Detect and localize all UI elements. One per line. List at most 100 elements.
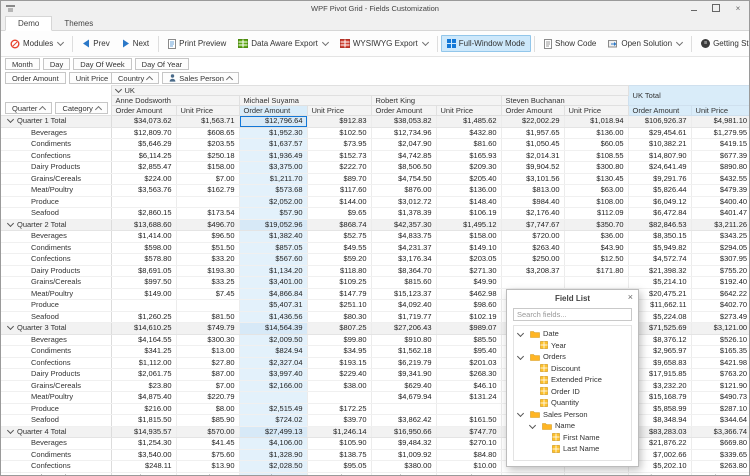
pivot-cell[interactable]: $117.60 xyxy=(307,185,371,197)
pivot-cell[interactable]: $813.00 xyxy=(501,185,564,197)
pivot-cell[interactable]: $9,291.76 xyxy=(628,173,691,185)
pivot-cell[interactable]: $479.39 xyxy=(691,185,750,197)
tab-demo[interactable]: Demo xyxy=(5,16,52,31)
pivot-cell[interactable]: $162.79 xyxy=(176,185,239,197)
pivot-cell[interactable]: $109.25 xyxy=(307,277,371,289)
pivot-cell[interactable]: $59.20 xyxy=(307,254,371,266)
pivot-cell[interactable]: $19,052.96 xyxy=(239,219,307,231)
pivot-cell[interactable]: $12,809.70 xyxy=(111,127,176,139)
pivot-cell[interactable]: $5,646.29 xyxy=(111,139,176,151)
pivot-cell[interactable]: $34,073.62 xyxy=(111,116,176,128)
row-category-label[interactable]: Grains/Cereals xyxy=(1,173,111,185)
pivot-cell[interactable]: $73.95 xyxy=(307,139,371,151)
pivot-cell[interactable]: $85.90 xyxy=(176,415,239,427)
pivot-cell[interactable] xyxy=(501,472,564,476)
pivot-cell[interactable]: $4,092.40 xyxy=(371,300,436,312)
pivot-cell[interactable]: $22,002.29 xyxy=(501,116,564,128)
pivot-cell[interactable]: $193.30 xyxy=(176,265,239,277)
pivot-cell[interactable] xyxy=(564,472,628,476)
pivot-cell[interactable]: $43.90 xyxy=(564,242,628,254)
pivot-cell[interactable]: $3,375.00 xyxy=(239,162,307,174)
row-category-label[interactable]: Dairy Products xyxy=(1,265,111,277)
pivot-cell[interactable]: $432.55 xyxy=(691,173,750,185)
pivot-cell[interactable] xyxy=(239,392,307,404)
pivot-cell[interactable]: $39.70 xyxy=(307,415,371,427)
pivot-cell[interactable]: $677.39 xyxy=(691,150,750,162)
pivot-cell[interactable]: $33.25 xyxy=(176,277,239,289)
pivot-cell[interactable]: $1,134.20 xyxy=(239,265,307,277)
pivot-cell[interactable]: $34.95 xyxy=(307,346,371,358)
pivot-cell[interactable]: $149.10 xyxy=(436,242,501,254)
pivot-cell[interactable]: $144.00 xyxy=(307,196,371,208)
pivot-cell[interactable]: $1,957.65 xyxy=(501,127,564,139)
pivot-cell[interactable]: $350.70 xyxy=(564,219,628,231)
column-header-anne-dodsworth[interactable]: Anne Dodsworth xyxy=(111,96,239,106)
pivot-cell[interactable]: $2,047.90 xyxy=(371,139,436,151)
row-group-label[interactable]: Quarter 2 Total xyxy=(1,219,111,231)
pivot-cell[interactable]: $1,211.70 xyxy=(239,173,307,185)
pivot-cell[interactable]: $720.00 xyxy=(501,231,564,243)
pivot-cell[interactable]: $63.00 xyxy=(564,185,628,197)
row-group-label[interactable]: Quarter 4 Total xyxy=(1,426,111,438)
row-group-label[interactable]: Quarter 3 Total xyxy=(1,323,111,335)
filter-field-day[interactable]: Day xyxy=(43,58,70,70)
pivot-cell[interactable]: $6,472.84 xyxy=(628,208,691,220)
column-field-sales-person[interactable]: Sales Person xyxy=(162,72,239,84)
column-field-country[interactable]: Country xyxy=(111,72,159,84)
pivot-cell[interactable]: $3,997.40 xyxy=(239,369,307,381)
pivot-cell[interactable]: $300.30 xyxy=(176,334,239,346)
row-category-label[interactable]: Grains/Cereals xyxy=(1,277,111,289)
measure-header-order-amount[interactable]: Order Amount xyxy=(111,106,176,116)
pivot-cell[interactable]: $57.90 xyxy=(239,208,307,220)
pivot-cell[interactable]: $81.50 xyxy=(176,311,239,323)
column-header-robert-king[interactable]: Robert King xyxy=(371,96,501,106)
pivot-cell[interactable]: $16,950.66 xyxy=(371,426,436,438)
collapse-chevron-icon[interactable] xyxy=(517,353,524,360)
pivot-cell[interactable]: $2,855.47 xyxy=(111,162,176,174)
data-aware-export-button[interactable]: Data Aware Export xyxy=(232,35,334,52)
pivot-cell[interactable]: $24,641.49 xyxy=(628,162,691,174)
pivot-cell[interactable]: $13.00 xyxy=(176,346,239,358)
pivot-cell[interactable]: $248.11 xyxy=(111,461,176,473)
pivot-cell[interactable]: $400.40 xyxy=(691,196,750,208)
pivot-cell[interactable]: $2,327.04 xyxy=(239,357,307,369)
row-field-quarter[interactable]: Quarter xyxy=(5,102,52,114)
pivot-cell[interactable]: $749.79 xyxy=(176,323,239,335)
pivot-cell[interactable]: $27,206.43 xyxy=(371,323,436,335)
pivot-cell[interactable]: $1,563.71 xyxy=(176,116,239,128)
pivot-cell[interactable]: $567.60 xyxy=(239,254,307,266)
pivot-cell[interactable]: $96.50 xyxy=(176,231,239,243)
pivot-cell[interactable]: $9,341.90 xyxy=(371,369,436,381)
pivot-cell[interactable]: $2,009.50 xyxy=(239,334,307,346)
row-category-label[interactable]: Confections xyxy=(1,461,111,473)
pivot-cell[interactable]: $27.80 xyxy=(176,357,239,369)
pivot-cell[interactable]: $1,260.25 xyxy=(111,311,176,323)
pivot-cell[interactable]: $5,214.10 xyxy=(628,277,691,289)
pivot-cell[interactable]: $15,123.37 xyxy=(371,288,436,300)
row-category-label[interactable]: Meat/Poultry xyxy=(1,288,111,300)
collapse-chevron-icon[interactable] xyxy=(529,422,536,429)
row-category-label[interactable]: Condiments xyxy=(1,346,111,358)
pivot-cell[interactable]: $1,485.62 xyxy=(436,116,501,128)
pivot-cell[interactable]: $2,176.40 xyxy=(501,208,564,220)
pivot-cell[interactable]: $287.10 xyxy=(691,403,750,415)
pivot-cell[interactable]: $341.25 xyxy=(111,346,176,358)
pivot-cell[interactable]: $857.05 xyxy=(239,242,307,254)
pivot-cell[interactable]: $102.19 xyxy=(436,311,501,323)
pivot-cell[interactable]: $526.10 xyxy=(691,334,750,346)
row-category-label[interactable]: Confections xyxy=(1,357,111,369)
column-group-uk-total[interactable]: UK Total xyxy=(628,86,750,106)
pivot-cell[interactable]: $4,231.37 xyxy=(371,242,436,254)
row-category-label[interactable]: Seafood xyxy=(1,208,111,220)
pivot-cell[interactable]: $8.00 xyxy=(176,403,239,415)
pivot-cell[interactable]: $23,743.97 xyxy=(628,472,691,476)
pivot-cell[interactable]: $1,050.45 xyxy=(501,139,564,151)
next-button[interactable]: Next xyxy=(116,35,155,52)
row-category-label[interactable]: Meat/Poultry xyxy=(1,185,111,197)
pivot-cell[interactable]: $41.45 xyxy=(176,438,239,450)
pivot-cell[interactable]: $578.80 xyxy=(111,254,176,266)
collapse-chevron-icon[interactable] xyxy=(517,410,524,417)
pivot-cell[interactable]: $12,796.64 xyxy=(239,116,307,128)
field-list-item-sales-person[interactable]: Sales Person xyxy=(514,409,631,421)
row-category-label[interactable]: Produce xyxy=(1,196,111,208)
